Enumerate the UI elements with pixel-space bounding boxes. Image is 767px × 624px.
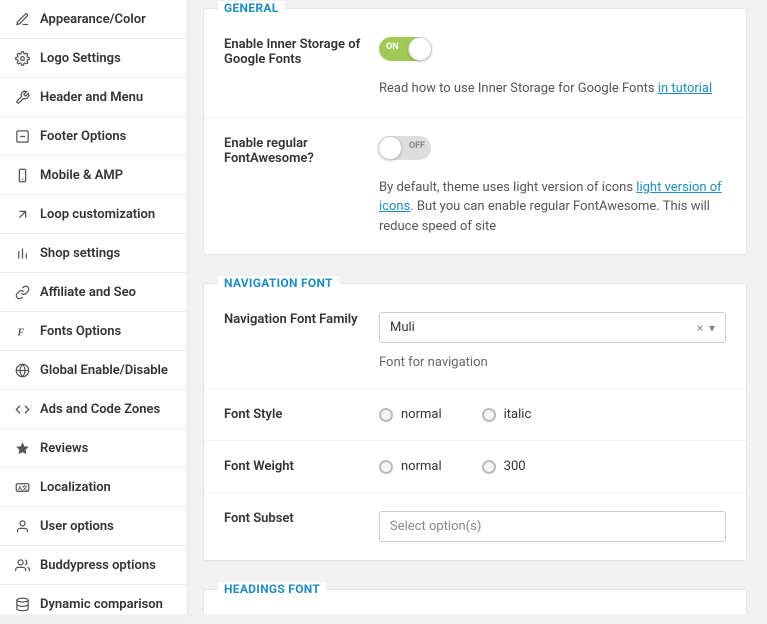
font-icon: F bbox=[14, 323, 30, 339]
section-title-navfont: NAVIGATION FONT bbox=[218, 276, 339, 290]
label-inner-storage: Enable Inner Storage of Google Fonts bbox=[224, 37, 379, 99]
toggle-fontawesome[interactable]: OFF bbox=[379, 136, 431, 160]
toggle-knob bbox=[378, 136, 402, 160]
sidebar-item-buddypress[interactable]: Buddypress options bbox=[0, 546, 187, 585]
language-icon: A文 bbox=[14, 479, 30, 495]
section-headings-font: HEADINGS FONT Headings Font Family Muli … bbox=[203, 589, 747, 614]
label-font-style: Font Style bbox=[224, 407, 379, 422]
radio-icon bbox=[379, 460, 393, 474]
sidebar-item-label: Shop settings bbox=[40, 246, 120, 261]
section-navigation-font: NAVIGATION FONT Navigation Font Family M… bbox=[203, 283, 747, 561]
chevron-down-icon: ▾ bbox=[709, 321, 715, 335]
radio-style-normal[interactable]: normal bbox=[379, 407, 442, 422]
sidebar-item-affiliate[interactable]: Affiliate and Seo bbox=[0, 273, 187, 312]
sidebar-item-label: User options bbox=[40, 519, 114, 534]
sidebar-item-global[interactable]: Global Enable/Disable bbox=[0, 351, 187, 390]
radio-weight-300[interactable]: 300 bbox=[482, 459, 526, 474]
wrench-icon bbox=[14, 89, 30, 105]
label-nav-font-family: Navigation Font Family bbox=[224, 312, 379, 370]
radio-style-italic[interactable]: italic bbox=[482, 407, 532, 422]
sidebar-item-label: Localization bbox=[40, 480, 111, 495]
sidebar-item-shop[interactable]: Shop settings bbox=[0, 234, 187, 273]
toggle-knob bbox=[408, 37, 432, 61]
section-title-general: GENERAL bbox=[218, 1, 285, 15]
sidebar-item-label: Appearance/Color bbox=[40, 12, 146, 27]
svg-text:F: F bbox=[16, 327, 24, 338]
sidebar-item-label: Loop customization bbox=[40, 207, 155, 222]
link-tutorial[interactable]: in tutorial bbox=[658, 81, 712, 96]
label-font-subset: Font Subset bbox=[224, 511, 379, 542]
radio-weight-normal[interactable]: normal bbox=[379, 459, 442, 474]
sidebar-item-label: Affiliate and Seo bbox=[40, 285, 136, 300]
label-fontawesome: Enable regular FontAwesome? bbox=[224, 136, 379, 237]
sidebar-item-label: Fonts Options bbox=[40, 324, 121, 339]
select-nav-font-family[interactable]: Muli × ▾ bbox=[379, 312, 726, 343]
sidebar-item-fonts[interactable]: F Fonts Options bbox=[0, 312, 187, 351]
main-content: GENERAL Enable Inner Storage of Google F… bbox=[188, 0, 767, 614]
sidebar-item-label: Global Enable/Disable bbox=[40, 363, 168, 378]
database-icon bbox=[14, 596, 30, 612]
sidebar-item-mobile[interactable]: Mobile & AMP bbox=[0, 156, 187, 195]
sidebar-item-header[interactable]: Header and Menu bbox=[0, 78, 187, 117]
section-title-headings: HEADINGS FONT bbox=[218, 582, 326, 596]
radio-icon bbox=[482, 408, 496, 422]
sidebar-item-loop[interactable]: Loop customization bbox=[0, 195, 187, 234]
sidebar-item-appearance[interactable]: Appearance/Color bbox=[0, 0, 187, 39]
label-font-weight: Font Weight bbox=[224, 459, 379, 474]
code-icon bbox=[14, 401, 30, 417]
radio-icon bbox=[379, 408, 393, 422]
select-value: Muli bbox=[390, 320, 415, 335]
clear-icon[interactable]: × bbox=[697, 321, 703, 335]
sidebar-item-label: Footer Options bbox=[40, 129, 126, 144]
sidebar-item-label: Reviews bbox=[40, 441, 88, 456]
sidebar-item-logo[interactable]: Logo Settings bbox=[0, 39, 187, 78]
smartphone-icon bbox=[14, 167, 30, 183]
sidebar-item-label: Header and Menu bbox=[40, 90, 143, 105]
minus-square-icon bbox=[14, 128, 30, 144]
bars-icon bbox=[14, 245, 30, 261]
desc-inner-storage: Read how to use Inner Storage for Google… bbox=[379, 79, 726, 99]
sidebar-item-label: Ads and Code Zones bbox=[40, 402, 160, 417]
sidebar-item-reviews[interactable]: Reviews bbox=[0, 429, 187, 468]
users-icon bbox=[14, 557, 30, 573]
sidebar: Appearance/Color Logo Settings Header an… bbox=[0, 0, 188, 614]
radio-icon bbox=[482, 460, 496, 474]
sidebar-item-label: Mobile & AMP bbox=[40, 168, 123, 183]
sidebar-item-ads[interactable]: Ads and Code Zones bbox=[0, 390, 187, 429]
star-icon bbox=[14, 440, 30, 456]
sidebar-item-label: Buddypress options bbox=[40, 558, 156, 573]
arrow-icon bbox=[14, 206, 30, 222]
sidebar-item-user[interactable]: User options bbox=[0, 507, 187, 546]
sidebar-item-comparison[interactable]: Dynamic comparison bbox=[0, 585, 187, 624]
user-icon bbox=[14, 518, 30, 534]
edit-icon bbox=[14, 11, 30, 27]
sidebar-item-label: Dynamic comparison bbox=[40, 597, 163, 612]
toggle-inner-storage[interactable]: ON bbox=[379, 37, 431, 61]
link-icon bbox=[14, 284, 30, 300]
desc-fontawesome: By default, theme uses light version of … bbox=[379, 178, 726, 237]
svg-text:A文: A文 bbox=[18, 484, 28, 492]
gear-icon bbox=[14, 50, 30, 66]
section-general: GENERAL Enable Inner Storage of Google F… bbox=[203, 8, 747, 255]
sidebar-item-footer[interactable]: Footer Options bbox=[0, 117, 187, 156]
helper-nav-font: Font for navigation bbox=[379, 355, 726, 370]
select-font-subset[interactable]: Select option(s) bbox=[379, 511, 726, 542]
select-placeholder: Select option(s) bbox=[390, 519, 481, 534]
globe-icon bbox=[14, 362, 30, 378]
sidebar-item-label: Logo Settings bbox=[40, 51, 121, 66]
sidebar-item-localization[interactable]: A文 Localization bbox=[0, 468, 187, 507]
